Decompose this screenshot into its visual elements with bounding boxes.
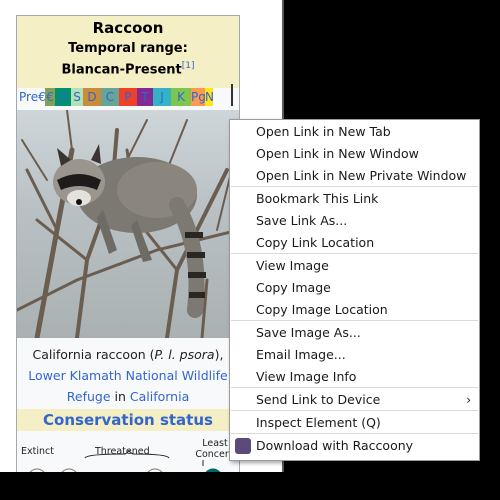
- menu-item-label: Save Link As...: [256, 213, 348, 228]
- menu-item-label: Save Image As...: [256, 325, 361, 340]
- menu-item-label: Download with Raccoony: [256, 438, 414, 453]
- taxobox-header: Raccoon Temporal range: Blancan-Present[…: [17, 16, 239, 88]
- timescale-range-marker: [231, 84, 233, 106]
- bookmark-link-item[interactable]: Bookmark This Link: [230, 188, 479, 210]
- caption-suffix: ),: [214, 347, 224, 362]
- download-with-raccoony-item[interactable]: Download with Raccoony: [230, 435, 479, 457]
- caption-prefix: California raccoon (: [32, 347, 155, 362]
- menu-item-label: Email Image...: [256, 347, 346, 362]
- temporal-range-value: Blancan-Present[1]: [17, 61, 239, 77]
- california-link[interactable]: California: [130, 389, 189, 404]
- submenu-arrow-icon: ›: [466, 393, 471, 407]
- timescale-segment[interactable]: Pre€: [19, 88, 45, 106]
- menu-item-label: Copy Image: [256, 280, 331, 295]
- reference-link[interactable]: [1]: [182, 61, 195, 71]
- timescale-segment[interactable]: N: [205, 88, 213, 106]
- taxobox: Raccoon Temporal range: Blancan-Present[…: [16, 15, 240, 472]
- menu-item-label: Open Link in New Private Window: [256, 168, 467, 183]
- conservation-scale: Extinct Threatened Least Concern: [17, 436, 239, 472]
- send-link-to-device-item[interactable]: Send Link to Device ›: [230, 389, 479, 411]
- caption-in-text: in: [110, 389, 130, 404]
- menu-item-label: Send Link to Device: [256, 392, 381, 407]
- timescale-segment[interactable]: J: [153, 88, 171, 106]
- menu-item-label: Copy Image Location: [256, 302, 388, 317]
- timescale-segment[interactable]: O: [55, 88, 71, 106]
- raccoony-extension-icon: [235, 438, 251, 454]
- copy-link-location-item[interactable]: Copy Link Location: [230, 232, 479, 254]
- timescale-segment[interactable]: C: [101, 88, 119, 106]
- context-menu: Open Link in New Tab Open Link in New Win…: [229, 119, 480, 461]
- open-link-new-window-item[interactable]: Open Link in New Window: [230, 143, 479, 165]
- menu-item-label: Open Link in New Window: [256, 146, 419, 161]
- timescale-segment[interactable]: K: [171, 88, 191, 106]
- inspect-element-item[interactable]: Inspect Element (Q): [230, 412, 479, 434]
- timescale-segment[interactable]: S: [71, 88, 83, 106]
- caption-taxon: P. l. psora: [154, 347, 215, 362]
- raccoon-photo[interactable]: [17, 110, 239, 338]
- copy-image-location-item[interactable]: Copy Image Location: [230, 299, 479, 321]
- copy-image-item[interactable]: Copy Image: [230, 277, 479, 299]
- menu-item-label: View Image: [256, 258, 329, 273]
- geologic-timescale-bar: Pre€ € O S D C P T J K Pg N: [19, 84, 237, 106]
- timescale-segment[interactable]: T: [137, 88, 153, 106]
- open-link-new-tab-item[interactable]: Open Link in New Tab: [230, 121, 479, 143]
- timescale-segment[interactable]: €: [45, 88, 55, 106]
- scale-brace-graphic: [29, 449, 221, 472]
- temporal-range-label: Temporal range:: [68, 41, 188, 56]
- save-image-as-item[interactable]: Save Image As...: [230, 322, 479, 344]
- menu-item-label: Inspect Element (Q): [256, 415, 381, 430]
- save-link-as-item[interactable]: Save Link As...: [230, 210, 479, 232]
- timescale-segment[interactable]: P: [119, 88, 137, 106]
- image-caption: California raccoon (P. l. psora), Lower …: [17, 344, 239, 407]
- temporal-range-text: Blancan-Present: [61, 62, 182, 78]
- open-link-private-window-item[interactable]: Open Link in New Private Window: [230, 165, 479, 187]
- view-image-item[interactable]: View Image: [230, 255, 479, 277]
- view-image-info-item[interactable]: View Image Info: [230, 366, 479, 388]
- email-image-item[interactable]: Email Image...: [230, 344, 479, 366]
- menu-item-label: Open Link in New Tab: [256, 124, 391, 139]
- timescale-segment[interactable]: Pg: [191, 88, 205, 106]
- menu-item-label: Bookmark This Link: [256, 191, 379, 206]
- timescale-segment[interactable]: D: [83, 88, 101, 106]
- conservation-status-header: Conservation status: [17, 409, 239, 431]
- menu-item-label: Copy Link Location: [256, 235, 375, 250]
- raccoon-image: [17, 110, 239, 338]
- menu-item-label: View Image Info: [256, 369, 357, 384]
- taxon-name: Raccoon: [92, 19, 164, 37]
